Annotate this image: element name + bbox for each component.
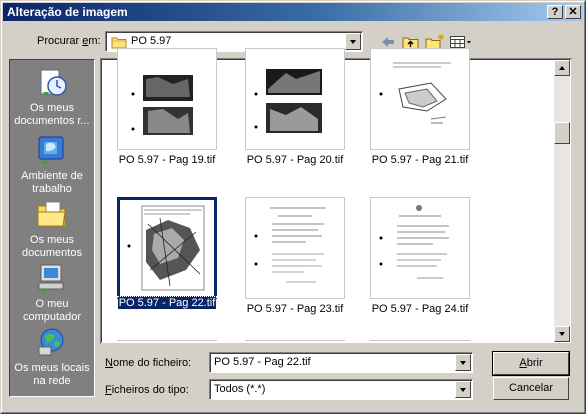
file-name: PO 5.97 - Pag 19.tif xyxy=(118,154,216,166)
place-my-computer[interactable]: O meu computador xyxy=(10,262,94,324)
page-preview-image xyxy=(254,69,322,133)
my-network-places-icon xyxy=(38,328,64,356)
look-in-value: PO 5.97 xyxy=(131,35,172,47)
place-label: Ambiente de trabalho xyxy=(21,170,83,195)
file-name-label: Nome do ficheiro: xyxy=(105,357,192,369)
vertical-scrollbar[interactable] xyxy=(554,60,570,342)
place-label: Os meus documentos xyxy=(22,234,82,259)
places-bar: Os meus documentos r... Ambiente de trab… xyxy=(9,59,95,397)
file-type-value: Todos (*.*) xyxy=(214,383,266,395)
scroll-thumb[interactable] xyxy=(554,122,570,144)
file-thumbnail-partial xyxy=(370,340,470,342)
place-label: Os meus documentos r... xyxy=(14,102,90,127)
thumbnail-frame xyxy=(245,197,345,299)
page-preview-image xyxy=(379,205,449,279)
open-button[interactable]: Abrir xyxy=(492,351,570,376)
file-name: PO 5.97 - Pag 20.tif xyxy=(246,154,344,166)
chevron-down-icon[interactable] xyxy=(455,354,471,371)
page-preview-image xyxy=(131,49,193,149)
place-my-network-places[interactable]: Os meus locais na rede xyxy=(10,326,94,388)
file-open-dialog: Alteração de imagem ? ✕ Procurar em: PO … xyxy=(0,0,586,414)
file-name-field[interactable]: PO 5.97 - Pag 22.tif xyxy=(209,352,473,373)
file-name: PO 5.97 - Pag 22.tif xyxy=(116,296,218,310)
my-computer-icon xyxy=(38,264,64,293)
file-thumbnail-partial xyxy=(245,340,345,342)
file-type-label: Ficheiros do tipo: xyxy=(105,384,189,396)
thumbnail-frame xyxy=(370,48,470,150)
scroll-down-button[interactable] xyxy=(554,326,570,342)
file-thumbnail-partial xyxy=(117,340,217,342)
file-name: PO 5.97 - Pag 23.tif xyxy=(246,303,344,315)
look-in-label: Procurar em: xyxy=(37,35,101,47)
place-label: Os meus locais na rede xyxy=(14,362,90,387)
close-button[interactable]: ✕ xyxy=(565,5,581,19)
file-list-view[interactable]: PO 5.97 - Pag 19.tif PO 5.97 - Pag 20.ti… xyxy=(101,48,571,343)
file-type-dropdown[interactable]: Todos (*.*) xyxy=(209,379,473,400)
my-documents-icon xyxy=(37,201,66,227)
cancel-button[interactable]: Cancelar xyxy=(493,377,569,400)
place-my-documents[interactable]: Os meus documentos xyxy=(10,198,94,260)
my-recent-documents-icon xyxy=(40,69,67,96)
dialog-title: Alteração de imagem xyxy=(7,5,128,19)
place-label: O meu computador xyxy=(22,298,82,323)
place-desktop[interactable]: Ambiente de trabalho xyxy=(10,134,94,196)
scroll-up-button[interactable] xyxy=(554,60,570,76)
chevron-down-icon[interactable] xyxy=(455,381,471,398)
file-name-value: PO 5.97 - Pag 22.tif xyxy=(214,356,311,368)
page-preview-image xyxy=(379,62,451,124)
place-my-recent-documents[interactable]: Os meus documentos r... xyxy=(10,66,94,128)
thumbnail-frame xyxy=(117,48,217,150)
page-preview-image xyxy=(127,205,205,291)
file-name: PO 5.97 - Pag 21.tif xyxy=(371,154,469,166)
title-bar[interactable]: Alteração de imagem ? ✕ xyxy=(3,3,583,21)
thumbnail-frame xyxy=(370,197,470,299)
help-button[interactable]: ? xyxy=(547,5,563,19)
thumbnail-frame xyxy=(245,48,345,150)
chevron-down-icon[interactable] xyxy=(345,33,361,50)
desktop-icon xyxy=(38,136,64,165)
folder-icon xyxy=(111,37,127,49)
page-preview-image xyxy=(254,207,326,283)
thumbnail-frame xyxy=(117,197,217,299)
file-name: PO 5.97 - Pag 24.tif xyxy=(371,303,469,315)
